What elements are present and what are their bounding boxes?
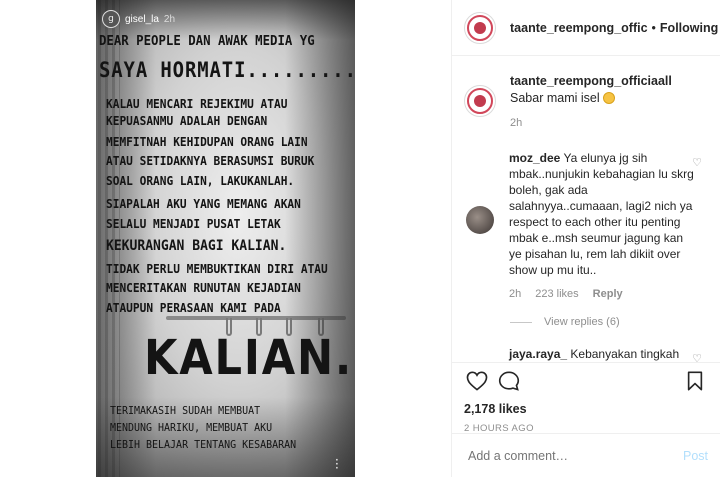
comment-text: Ya elunya jg sih mbak..nunjukin kebahagi… <box>509 151 694 277</box>
story-body-line: TIDAK PERLU MEMBUKTIKAN DIRI ATAU <box>106 262 328 276</box>
reply-button[interactable]: Reply <box>593 286 623 302</box>
post-actions: 2,178 likes 2 HOURS AGO <box>452 362 720 434</box>
comment-bubble-icon[interactable] <box>498 371 520 391</box>
header-text: taante_reempong_offic • Following <box>510 21 718 35</box>
story-avatar: g <box>102 10 120 28</box>
story-body-line: SELALU MENJADI PUSAT LETAK <box>106 217 281 231</box>
story-big-word: KALIAN. <box>144 330 354 386</box>
commenter-avatar[interactable] <box>466 206 494 234</box>
following-button[interactable]: Following <box>660 21 718 35</box>
story-body-line: SIAPALAH AKU YANG MEMANG AKAN <box>106 197 301 211</box>
caption-meta: 2h <box>510 115 700 132</box>
comment-item: jaya.raya_ Kebanyakan tingkah sih Lo ♡ <box>464 346 720 362</box>
caption-body: taante_reempong_officiaall Sabar mami is… <box>510 73 700 132</box>
bookmark-icon[interactable] <box>686 371 704 391</box>
comment-time[interactable]: 2h <box>509 286 521 302</box>
more-vertical-icon[interactable]: · · · <box>335 454 339 474</box>
post-photo-pane: g gisel_la 2h DEAR PEOPLE DAN AWAK MEDIA… <box>0 0 451 477</box>
caption-time[interactable]: 2h <box>510 115 522 132</box>
caption-text: Sabar mami isel <box>510 91 600 105</box>
comment-heart-icon[interactable]: ♡ <box>692 156 702 169</box>
header-separator: • <box>651 20 656 35</box>
action-icons <box>464 369 708 399</box>
caption-avatar[interactable] <box>464 85 496 117</box>
comment-body: jaya.raya_ Kebanyakan tingkah sih Lo <box>509 346 697 362</box>
story-body-line: KEKURANGAN BAGI KALIAN. <box>106 238 287 254</box>
story-closing-line: LEBIH BELAJAR TENTANG KESABARAN <box>110 439 297 451</box>
story-body-line: MEMFITNAH KEHIDUPAN ORANG LAIN <box>106 135 308 149</box>
story-closing-line: MENDUNG HARIKU, MEMBUAT AKU <box>110 422 273 434</box>
avatar-ring <box>467 14 493 41</box>
comment-heart-icon[interactable]: ♡ <box>692 352 702 362</box>
header-username[interactable]: taante_reempong_offic <box>510 21 648 35</box>
story-username: gisel_la <box>125 13 159 25</box>
story-image: g gisel_la 2h DEAR PEOPLE DAN AWAK MEDIA… <box>96 0 355 477</box>
caption-username[interactable]: taante_reempong_officiaall <box>510 74 672 88</box>
likes-count[interactable]: 2,178 likes <box>464 402 708 416</box>
post-header: taante_reempong_offic • Following <box>452 0 720 56</box>
view-replies-line <box>510 321 532 323</box>
avatar-ring <box>467 88 493 114</box>
comment-item: moz_dee Ya elunya jg sih mbak..nunjukin … <box>464 150 720 302</box>
post-comment-button[interactable]: Post <box>683 449 708 463</box>
comments-list[interactable]: taante_reempong_officiaall Sabar mami is… <box>452 57 720 362</box>
avatar-image <box>474 95 486 107</box>
story-body-line: MENCERITAKAN RUNUTAN KEJADIAN <box>106 281 301 295</box>
avatar-image <box>474 21 486 34</box>
view-replies-button[interactable]: View replies (6) <box>510 316 720 328</box>
story-body-line: ATAUPUN PERASAAN KAMI PADA <box>106 301 281 315</box>
story-line-header: DEAR PEOPLE DAN AWAK MEDIA YG <box>99 34 315 49</box>
comment-likes[interactable]: 223 likes <box>535 286 578 302</box>
story-header: g gisel_la 2h <box>102 10 175 28</box>
add-comment-input[interactable] <box>468 448 668 463</box>
add-comment-bar: Post <box>452 433 720 477</box>
comment-body: moz_dee Ya elunya jg sih mbak..nunjukin … <box>509 150 697 302</box>
story-body-line: SOAL ORANG LAIN, LAKUKANLAH. <box>106 174 295 188</box>
story-body-line: KEPUASANMU ADALAH DENGAN <box>106 114 268 128</box>
story-headline: SAYA HORMATI......... <box>99 58 355 82</box>
story-closing-line: TERIMAKASIH SUDAH MEMBUAT <box>110 405 261 417</box>
post-side-panel: taante_reempong_offic • Following taante… <box>451 0 720 477</box>
like-heart-icon[interactable] <box>466 371 488 391</box>
profile-avatar[interactable] <box>464 11 496 44</box>
story-body-line: ATAU SETIDAKNYA BERASUMSI BURUK <box>106 154 315 168</box>
comment-username[interactable]: moz_dee <box>509 151 560 165</box>
story-time: 2h <box>163 13 176 25</box>
smiling-face-emoji-icon <box>603 92 616 104</box>
comment-meta: 2h 223 likes Reply <box>509 286 697 302</box>
comment-username[interactable]: jaya.raya_ <box>509 347 567 361</box>
story-body-line: KALAU MENCARI REJEKIMU ATAU <box>106 97 288 111</box>
caption: taante_reempong_officiaall Sabar mami is… <box>464 73 720 132</box>
view-replies-label: View replies (6) <box>544 316 620 328</box>
